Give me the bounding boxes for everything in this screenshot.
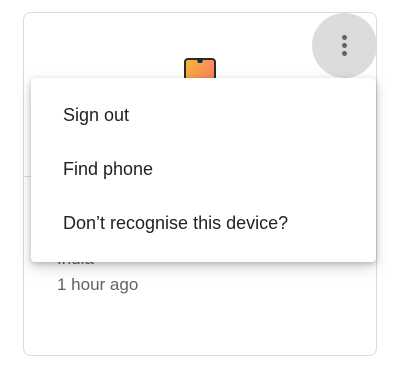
more-options-button[interactable]: [312, 13, 377, 78]
menu-item-find-phone[interactable]: Find phone: [31, 142, 376, 196]
last-seen-time: 1 hour ago: [57, 275, 139, 294]
menu-item-dont-recognise-device[interactable]: Don’t recognise this device?: [31, 196, 376, 250]
more-vert-icon: [342, 35, 347, 56]
device-options-menu: Sign out Find phone Don’t recognise this…: [31, 78, 376, 262]
menu-item-sign-out[interactable]: Sign out: [31, 88, 376, 142]
